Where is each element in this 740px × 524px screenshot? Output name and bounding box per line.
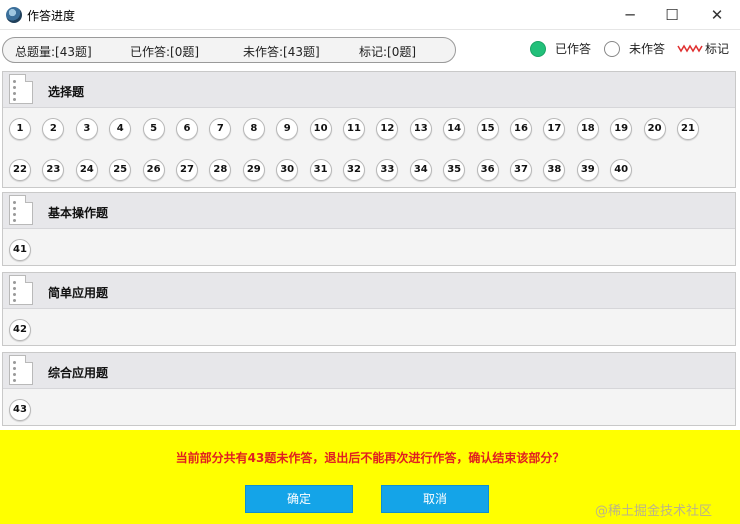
warning-message: 当前部分共有43题未作答，退出后不能再次进行作答，确认结束该部分？ (175, 451, 565, 465)
question-number-button[interactable]: 1 (9, 118, 31, 140)
question-grid: 43 (3, 389, 735, 426)
document-icon (9, 195, 33, 225)
question-number-button[interactable]: 43 (9, 399, 31, 421)
watermark: @稀土掘金技术社区 (595, 504, 713, 519)
question-number-button[interactable]: 26 (142, 159, 165, 181)
question-number-button[interactable]: 14 (443, 118, 466, 140)
window-title: 作答进度 (27, 9, 76, 23)
question-number-button[interactable]: 33 (376, 159, 399, 181)
question-number-button[interactable]: 17 (543, 118, 566, 140)
question-number-button[interactable]: 3 (75, 118, 98, 140)
section-title: 选择题 (48, 85, 85, 99)
question-number-button[interactable]: 40 (610, 159, 633, 181)
section-header[interactable]: 选择题 (3, 72, 735, 108)
unanswered-legend-label: 未作答 (629, 42, 666, 56)
section-basic-operation: 基本操作题 41 (2, 192, 736, 266)
close-button[interactable]: ✕ (694, 0, 740, 30)
question-number-button[interactable]: 38 (543, 159, 566, 181)
question-number-button[interactable]: 41 (9, 239, 31, 261)
answered-legend-icon (530, 41, 546, 57)
question-number-button[interactable]: 13 (409, 118, 432, 140)
question-number-button[interactable]: 28 (209, 159, 232, 181)
question-number-button[interactable]: 42 (9, 319, 31, 341)
unanswered-count: 未作答:[43题] (243, 45, 320, 59)
question-number-button[interactable]: 5 (142, 118, 165, 140)
question-number-button[interactable]: 39 (576, 159, 599, 181)
section-header[interactable]: 基本操作题 (3, 193, 735, 229)
question-number-button[interactable]: 2 (42, 118, 65, 140)
question-number-button[interactable]: 7 (209, 118, 232, 140)
section-header[interactable]: 简单应用题 (3, 273, 735, 309)
section-title: 简单应用题 (48, 286, 109, 300)
question-number-button[interactable]: 6 (176, 118, 198, 140)
question-number-button[interactable]: 15 (476, 118, 499, 140)
document-icon (9, 74, 33, 104)
title-bar: 作答进度 ─ ☐ ✕ (0, 0, 740, 30)
question-number-button[interactable]: 9 (276, 118, 299, 140)
question-grid: 41 (3, 229, 735, 266)
question-number-button[interactable]: 10 (309, 118, 332, 140)
progress-summary: 总题量:[43题] 已作答:[0题] 未作答:[43题] 标记:[0题] (2, 37, 456, 63)
question-number-button[interactable]: 19 (610, 118, 633, 140)
confirm-button[interactable]: 确定 (245, 485, 353, 513)
question-number-button[interactable]: 18 (576, 118, 599, 140)
cancel-button[interactable]: 取消 (381, 485, 489, 513)
minimize-button[interactable]: ─ (607, 0, 653, 30)
question-number-button[interactable]: 8 (242, 118, 265, 140)
maximize-button[interactable]: ☐ (649, 0, 695, 30)
marked-legend-icon (677, 44, 703, 53)
question-number-button[interactable]: 36 (476, 159, 499, 181)
question-number-button[interactable]: 27 (176, 159, 198, 181)
section-header[interactable]: 综合应用题 (3, 353, 735, 389)
answered-legend-label: 已作答 (555, 42, 592, 56)
question-number-button[interactable]: 21 (677, 118, 699, 140)
question-number-button[interactable]: 30 (276, 159, 299, 181)
answered-count: 已作答:[0题] (130, 45, 200, 59)
question-grid: 1 2 3 4 5 6 7 8 9 10 11 12 13 14 15 16 17 18 19 20 21 22 23 24 2… (3, 108, 735, 188)
section-simple-application: 简单应用题 42 (2, 272, 736, 346)
question-number-button[interactable]: 35 (443, 159, 466, 181)
marked-legend-label: 标记 (705, 42, 730, 56)
question-number-button[interactable]: 32 (343, 159, 365, 181)
document-icon (9, 355, 33, 385)
marked-count: 标记:[0题] (359, 45, 417, 59)
question-number-button[interactable]: 4 (109, 118, 132, 140)
section-title: 综合应用题 (48, 366, 109, 380)
question-number-button[interactable]: 34 (409, 159, 432, 181)
section-title: 基本操作题 (48, 206, 109, 220)
app-icon (6, 7, 22, 23)
question-number-button[interactable]: 24 (75, 159, 98, 181)
question-number-button[interactable]: 11 (343, 118, 365, 140)
question-number-button[interactable]: 29 (242, 159, 265, 181)
unanswered-legend-icon (604, 41, 620, 57)
section-comprehensive-application: 综合应用题 43 (2, 352, 736, 426)
section-choice: 选择题 1 2 3 4 5 6 7 8 9 10 11 12 13 14 15 16 17 18 19 20 21 22 2… (2, 71, 736, 188)
question-number-button[interactable]: 22 (9, 159, 31, 181)
total-count: 总题量:[43题] (15, 45, 92, 59)
document-icon (9, 275, 33, 305)
question-number-button[interactable]: 37 (510, 159, 532, 181)
question-number-button[interactable]: 23 (42, 159, 65, 181)
question-number-button[interactable]: 31 (309, 159, 332, 181)
confirm-panel: 当前部分共有43题未作答，退出后不能再次进行作答，确认结束该部分？ 确定 取消 … (0, 430, 740, 524)
question-grid: 42 (3, 309, 735, 346)
question-number-button[interactable]: 20 (643, 118, 666, 140)
question-number-button[interactable]: 16 (510, 118, 532, 140)
question-number-button[interactable]: 12 (376, 118, 399, 140)
question-number-button[interactable]: 25 (109, 159, 132, 181)
